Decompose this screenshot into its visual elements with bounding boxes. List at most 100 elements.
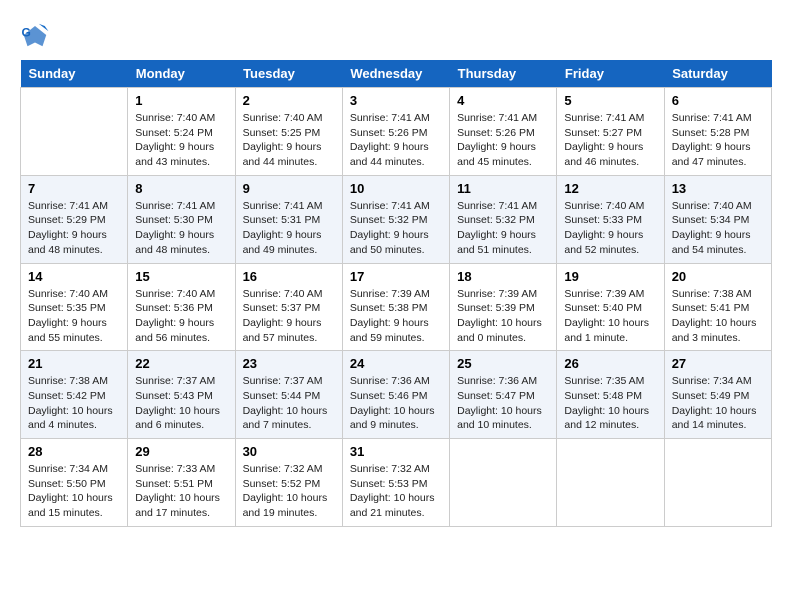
day-number: 18 <box>457 269 549 284</box>
day-cell: 2 Sunrise: 7:40 AMSunset: 5:25 PMDaylight… <box>235 88 342 176</box>
day-info: Sunrise: 7:40 AMSunset: 5:35 PMDaylight:… <box>28 287 120 346</box>
day-cell: 12Sunrise: 7:40 AMSunset: 5:33 PMDayligh… <box>557 175 664 263</box>
week-row-2: 7Sunrise: 7:41 AMSunset: 5:29 PMDaylight… <box>21 175 772 263</box>
day-info: Sunrise: 7:35 AMSunset: 5:48 PMDaylight:… <box>564 374 656 433</box>
day-number: 25 <box>457 356 549 371</box>
page-header: G <box>20 20 772 50</box>
week-row-1: 1 Sunrise: 7:40 AMSunset: 5:24 PMDaylight… <box>21 88 772 176</box>
day-info: Sunrise: 7:38 AMSunset: 5:41 PMDaylight:… <box>672 287 764 346</box>
day-info: Sunrise: 7:41 AMSunset: 5:31 PMDaylight:… <box>243 199 335 258</box>
day-number: 9 <box>243 181 335 196</box>
day-number: 20 <box>672 269 764 284</box>
day-cell: 22Sunrise: 7:37 AMSunset: 5:43 PMDayligh… <box>128 351 235 439</box>
day-cell: 16 Sunrise: 7:40 AMSunset: 5:37 PMDayligh… <box>235 263 342 351</box>
day-cell: 26 Sunrise: 7:35 AMSunset: 5:48 PMDayligh… <box>557 351 664 439</box>
day-info: Sunrise: 7:41 AMSunset: 5:26 PMDaylight:… <box>350 111 442 170</box>
day-cell: 1 Sunrise: 7:40 AMSunset: 5:24 PMDaylight… <box>128 88 235 176</box>
day-info: Sunrise: 7:36 AMSunset: 5:47 PMDaylight:… <box>457 374 549 433</box>
logo: G <box>20 20 54 50</box>
day-number: 22 <box>135 356 227 371</box>
day-cell: 13 Sunrise: 7:40 AMSunset: 5:34 PMDayligh… <box>664 175 771 263</box>
day-cell: 19 Sunrise: 7:39 AMSunset: 5:40 PMDayligh… <box>557 263 664 351</box>
day-number: 21 <box>28 356 120 371</box>
day-info: Sunrise: 7:40 AMSunset: 5:24 PMDaylight:… <box>135 111 227 170</box>
day-cell: 10 Sunrise: 7:41 AMSunset: 5:32 PMDayligh… <box>342 175 449 263</box>
day-info: Sunrise: 7:39 AMSunset: 5:39 PMDaylight:… <box>457 287 549 346</box>
day-info: Sunrise: 7:40 AMSunset: 5:33 PMDaylight:… <box>564 199 656 258</box>
day-info: Sunrise: 7:40 AMSunset: 5:37 PMDaylight:… <box>243 287 335 346</box>
calendar-header-row: SundayMondayTuesdayWednesdayThursdayFrid… <box>21 60 772 88</box>
day-cell: 6Sunrise: 7:41 AMSunset: 5:28 PMDaylight… <box>664 88 771 176</box>
logo-icon: G <box>20 20 50 50</box>
day-cell: 31 Sunrise: 7:32 AMSunset: 5:53 PMDayligh… <box>342 439 449 527</box>
day-cell: 27 Sunrise: 7:34 AMSunset: 5:49 PMDayligh… <box>664 351 771 439</box>
day-number: 11 <box>457 181 549 196</box>
day-cell: 21Sunrise: 7:38 AMSunset: 5:42 PMDayligh… <box>21 351 128 439</box>
day-number: 3 <box>350 93 442 108</box>
day-cell: 20 Sunrise: 7:38 AMSunset: 5:41 PMDayligh… <box>664 263 771 351</box>
day-info: Sunrise: 7:41 AMSunset: 5:26 PMDaylight:… <box>457 111 549 170</box>
day-cell: 4 Sunrise: 7:41 AMSunset: 5:26 PMDaylight… <box>450 88 557 176</box>
day-number: 17 <box>350 269 442 284</box>
day-info: Sunrise: 7:32 AMSunset: 5:52 PMDaylight:… <box>243 462 335 521</box>
day-number: 19 <box>564 269 656 284</box>
day-info: Sunrise: 7:41 AMSunset: 5:30 PMDaylight:… <box>135 199 227 258</box>
day-cell: 23 Sunrise: 7:37 AMSunset: 5:44 PMDayligh… <box>235 351 342 439</box>
day-cell: 17 Sunrise: 7:39 AMSunset: 5:38 PMDayligh… <box>342 263 449 351</box>
day-info: Sunrise: 7:40 AMSunset: 5:36 PMDaylight:… <box>135 287 227 346</box>
day-info: Sunrise: 7:41 AMSunset: 5:32 PMDaylight:… <box>350 199 442 258</box>
day-number: 1 <box>135 93 227 108</box>
day-info: Sunrise: 7:36 AMSunset: 5:46 PMDaylight:… <box>350 374 442 433</box>
header-thursday: Thursday <box>450 60 557 88</box>
day-info: Sunrise: 7:39 AMSunset: 5:38 PMDaylight:… <box>350 287 442 346</box>
day-number: 29 <box>135 444 227 459</box>
day-cell: 9 Sunrise: 7:41 AMSunset: 5:31 PMDaylight… <box>235 175 342 263</box>
day-number: 4 <box>457 93 549 108</box>
day-cell: 15 Sunrise: 7:40 AMSunset: 5:36 PMDayligh… <box>128 263 235 351</box>
day-number: 23 <box>243 356 335 371</box>
day-cell: 5Sunrise: 7:41 AMSunset: 5:27 PMDaylight… <box>557 88 664 176</box>
day-number: 15 <box>135 269 227 284</box>
day-cell: 25 Sunrise: 7:36 AMSunset: 5:47 PMDayligh… <box>450 351 557 439</box>
day-info: Sunrise: 7:34 AMSunset: 5:50 PMDaylight:… <box>28 462 120 521</box>
day-cell: 18 Sunrise: 7:39 AMSunset: 5:39 PMDayligh… <box>450 263 557 351</box>
header-saturday: Saturday <box>664 60 771 88</box>
header-sunday: Sunday <box>21 60 128 88</box>
day-number: 28 <box>28 444 120 459</box>
day-number: 14 <box>28 269 120 284</box>
day-number: 7 <box>28 181 120 196</box>
day-cell <box>557 439 664 527</box>
week-row-3: 14 Sunrise: 7:40 AMSunset: 5:35 PMDayligh… <box>21 263 772 351</box>
week-row-5: 28 Sunrise: 7:34 AMSunset: 5:50 PMDayligh… <box>21 439 772 527</box>
day-cell: 29 Sunrise: 7:33 AMSunset: 5:51 PMDayligh… <box>128 439 235 527</box>
day-number: 27 <box>672 356 764 371</box>
day-cell <box>664 439 771 527</box>
day-number: 2 <box>243 93 335 108</box>
day-cell: 14 Sunrise: 7:40 AMSunset: 5:35 PMDayligh… <box>21 263 128 351</box>
day-info: Sunrise: 7:40 AMSunset: 5:25 PMDaylight:… <box>243 111 335 170</box>
day-info: Sunrise: 7:40 AMSunset: 5:34 PMDaylight:… <box>672 199 764 258</box>
week-row-4: 21Sunrise: 7:38 AMSunset: 5:42 PMDayligh… <box>21 351 772 439</box>
day-cell: 7Sunrise: 7:41 AMSunset: 5:29 PMDaylight… <box>21 175 128 263</box>
day-info: Sunrise: 7:32 AMSunset: 5:53 PMDaylight:… <box>350 462 442 521</box>
day-info: Sunrise: 7:41 AMSunset: 5:28 PMDaylight:… <box>672 111 764 170</box>
day-number: 10 <box>350 181 442 196</box>
day-cell <box>21 88 128 176</box>
day-info: Sunrise: 7:34 AMSunset: 5:49 PMDaylight:… <box>672 374 764 433</box>
day-info: Sunrise: 7:37 AMSunset: 5:44 PMDaylight:… <box>243 374 335 433</box>
day-cell: 24Sunrise: 7:36 AMSunset: 5:46 PMDayligh… <box>342 351 449 439</box>
day-info: Sunrise: 7:33 AMSunset: 5:51 PMDaylight:… <box>135 462 227 521</box>
header-friday: Friday <box>557 60 664 88</box>
day-cell: 8 Sunrise: 7:41 AMSunset: 5:30 PMDaylight… <box>128 175 235 263</box>
day-number: 26 <box>564 356 656 371</box>
day-number: 5 <box>564 93 656 108</box>
day-number: 31 <box>350 444 442 459</box>
day-number: 16 <box>243 269 335 284</box>
day-cell <box>450 439 557 527</box>
day-info: Sunrise: 7:39 AMSunset: 5:40 PMDaylight:… <box>564 287 656 346</box>
header-tuesday: Tuesday <box>235 60 342 88</box>
day-number: 30 <box>243 444 335 459</box>
day-number: 13 <box>672 181 764 196</box>
day-cell: 3 Sunrise: 7:41 AMSunset: 5:26 PMDaylight… <box>342 88 449 176</box>
day-number: 8 <box>135 181 227 196</box>
